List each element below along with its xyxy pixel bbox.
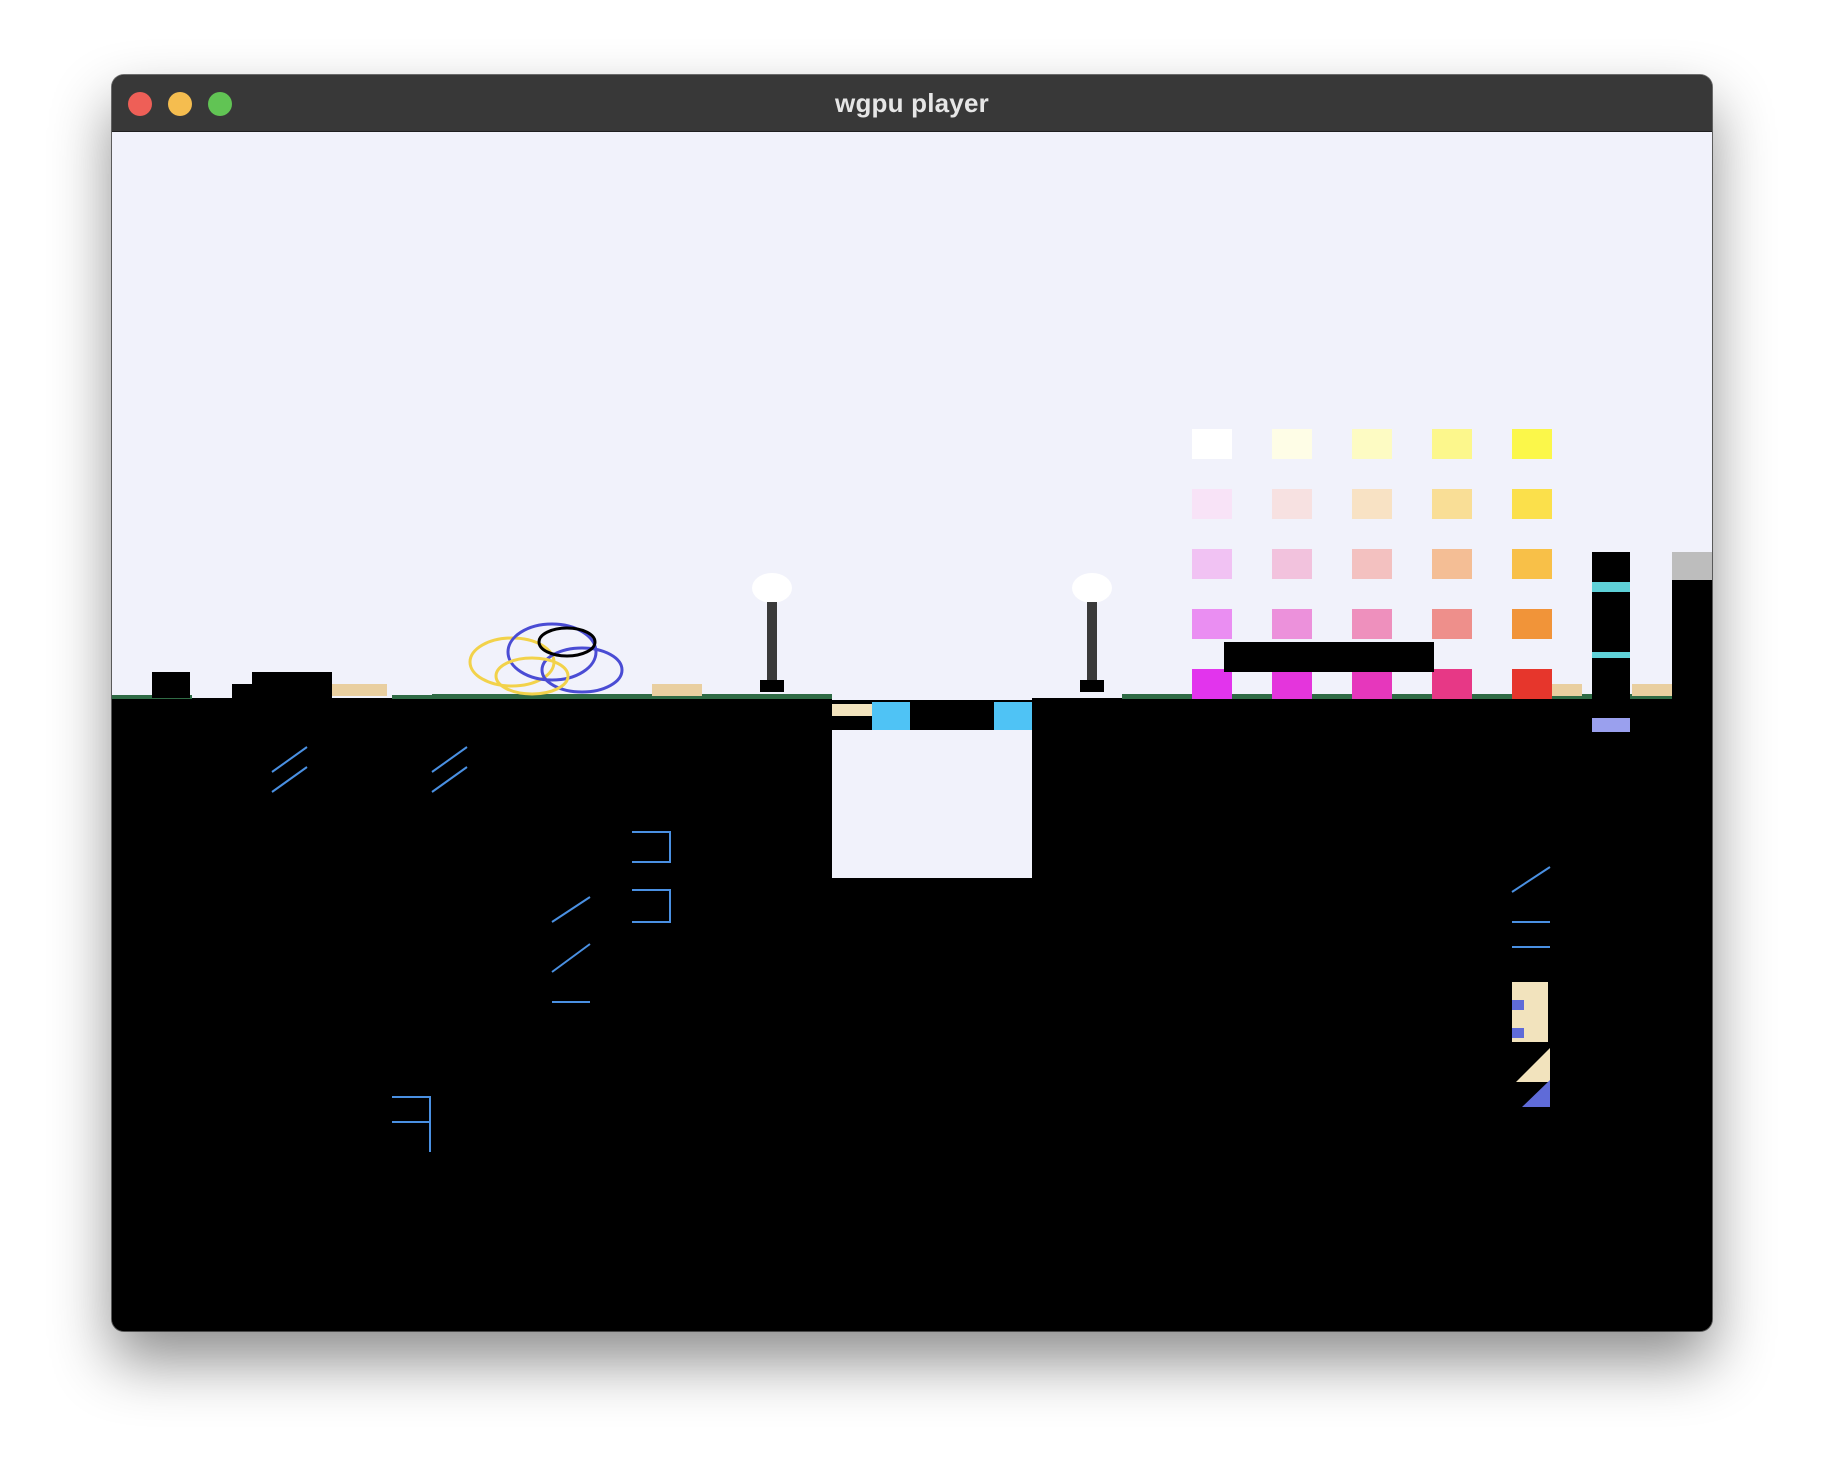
palette-swatch — [1512, 549, 1552, 579]
pit-tile-left — [872, 702, 910, 730]
palette-swatch — [1192, 669, 1232, 699]
render-viewport[interactable] — [112, 132, 1712, 1331]
palette-swatch — [1272, 549, 1312, 579]
overlay-panel — [1224, 642, 1434, 672]
palette-swatch — [1512, 669, 1552, 699]
bench-step — [232, 684, 262, 698]
pit-tile-right — [994, 702, 1032, 730]
palette-swatch — [1192, 429, 1232, 459]
palette-swatch — [1432, 429, 1472, 459]
app-window: wgpu player — [112, 75, 1712, 1331]
bench-left — [252, 672, 332, 698]
pillar-top — [1672, 552, 1712, 580]
palette-swatch — [1432, 669, 1472, 699]
palette-swatch — [1192, 549, 1232, 579]
palette-swatch — [1352, 429, 1392, 459]
palette-swatch — [1272, 429, 1312, 459]
palette-swatch — [1432, 609, 1472, 639]
palette-swatch — [1512, 489, 1552, 519]
pillar — [1672, 580, 1712, 700]
desktop: wgpu player — [0, 0, 1824, 1480]
palette-swatch — [1352, 669, 1392, 699]
palette-swatch — [1352, 489, 1392, 519]
palette-swatch — [1432, 549, 1472, 579]
render-canvas — [112, 132, 1712, 1331]
palette-swatch — [1432, 489, 1472, 519]
palette-swatch — [1512, 429, 1552, 459]
palette-swatch — [1272, 609, 1312, 639]
title-bar[interactable]: wgpu player — [112, 75, 1712, 132]
pit-tile-small — [832, 704, 872, 716]
crate-left — [152, 672, 190, 698]
palette-swatch — [1192, 489, 1232, 519]
palette-swatch — [1352, 549, 1392, 579]
window-title: wgpu player — [835, 88, 989, 118]
palette-swatch — [1192, 609, 1232, 639]
palette-swatch — [1512, 609, 1552, 639]
palette-swatch — [1272, 669, 1312, 699]
palette-swatch — [1272, 489, 1312, 519]
palette-swatch — [1352, 609, 1392, 639]
